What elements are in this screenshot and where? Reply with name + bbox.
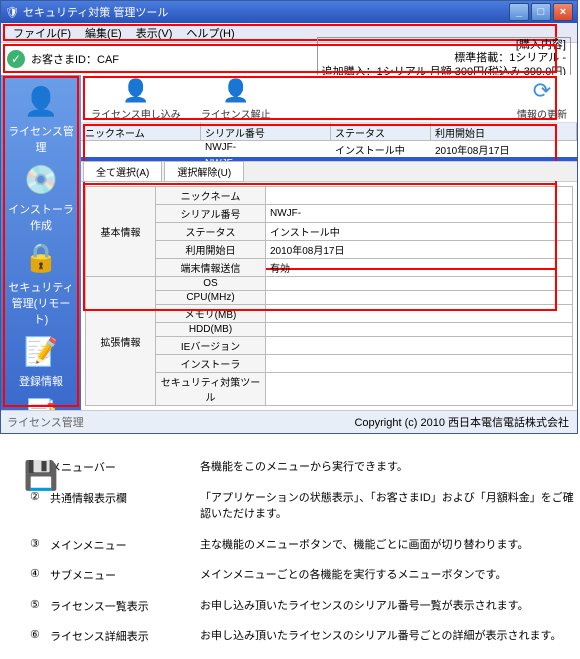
legend-num: ③ (30, 537, 50, 554)
detail-value (266, 323, 573, 337)
legend-row: ④サブメニューメインメニューごとの各機能を実行するメニューボタンです。 (30, 567, 580, 584)
close-button[interactable]: × (553, 3, 573, 21)
legend-num: ⑤ (30, 598, 50, 615)
legend-num: ⑥ (30, 628, 50, 645)
annotation-box-2 (3, 44, 557, 73)
legend-row: ③メインメニュー主な機能のメニューボタンで、機能ごとに画面が切り替わります。 (30, 537, 580, 554)
legend-desc: お申し込み頂いたライセンスのシリアル番号ごとの詳細が表示されます。 (200, 628, 580, 645)
detail-value (266, 373, 573, 406)
legend-row: ②共通情報表示欄「アプリケーションの状態表示」、「お客さまID」および「月額料金… (30, 490, 580, 523)
legend-num: ④ (30, 567, 50, 584)
legend-name: メインメニュー (50, 537, 200, 554)
minimize-button[interactable]: _ (509, 3, 529, 21)
detail-label: セキュリティ対策ツール (156, 373, 266, 406)
legend-desc: お申し込み頂いたライセンスのシリアル番号一覧が表示されます。 (200, 598, 580, 615)
annotation-box-3 (3, 76, 79, 407)
annotation-box-6 (83, 183, 557, 311)
detail-label: インストーラ (156, 355, 266, 373)
legend-desc: 主な機能のメニューボタンで、機能ごとに画面が切り替わります。 (200, 537, 580, 554)
detail-area: 基本情報ニックネームシリアル番号NWJF-ステータスインストール中利用開始日20… (81, 182, 577, 410)
main-area: ③ 👤ライセンス管理💿インストーラ作成🔒セキュリティ管理(リモート)📝登録情報📑… (1, 75, 577, 410)
toolbar: 👤 ライセンス申し込み 👤 ライセンス解止 ⟳ 情報の更新 ④ (81, 75, 577, 123)
select-all-tab[interactable]: 全て選択(A) (83, 161, 162, 182)
sidebar-label: 設定値の保存と復元 (5, 497, 77, 529)
titlebar: 🛡 セキュリティ対策 管理ツール _ □ × (1, 1, 577, 23)
legend-desc: 各機能をこのメニューから実行できます。 (200, 459, 580, 476)
sidebar-item-5[interactable]: 💾設定値の保存と復元 (5, 453, 77, 531)
sidebar: ③ 👤ライセンス管理💿インストーラ作成🔒セキュリティ管理(リモート)📝登録情報📑… (1, 75, 81, 410)
content: 👤 ライセンス申し込み 👤 ライセンス解止 ⟳ 情報の更新 ④ ニックネーム シ… (81, 75, 577, 410)
sidebar-icon: 💾 (21, 455, 61, 495)
sidebar-label: 履歴管理 (5, 435, 77, 451)
legend-desc: メインメニューごとの各機能を実行するメニューボタンです。 (200, 567, 580, 584)
copyright: Copyright (c) 2010 西日本電信電話株式会社 (354, 417, 569, 429)
detail-label: HDD(MB) (156, 323, 266, 337)
annotation-box-4 (83, 76, 557, 120)
list-tab-bar: 全て選択(A) 選択解除(U) (81, 161, 577, 181)
footer-status: ライセンス管理 (7, 414, 84, 430)
app-window: 🛡 セキュリティ対策 管理ツール _ □ × ファイル(F) 編集(E) 表示(… (0, 0, 578, 434)
maximize-button[interactable]: □ (531, 3, 551, 21)
license-list: ニックネーム シリアル番号 ステータス 利用開始日 NWJF-インストール中20… (81, 123, 577, 182)
info-bar: ✓ お客さまID：CAF [購入内容] 標準搭載：1シリアル - 追加購入：1シ… (1, 43, 577, 75)
deselect-tab[interactable]: 選択解除(U) (164, 161, 244, 182)
legend-row: ①メニューバー各機能をこのメニューから実行できます。 (30, 459, 580, 476)
app-title: セキュリティ対策 管理ツール (23, 4, 168, 20)
legend-name: ライセンス一覧表示 (50, 598, 200, 615)
detail-value (266, 355, 573, 373)
detail-label: IEバージョン (156, 337, 266, 355)
legend-name: ライセンス詳細表示 (50, 628, 200, 645)
app-icon: 🛡 (5, 6, 19, 19)
legend: ①メニューバー各機能をこのメニューから実行できます。 ②共通情報表示欄「アプリケー… (0, 459, 580, 645)
footer: ライセンス管理 Copyright (c) 2010 西日本電信電話株式会社 (1, 410, 577, 433)
legend-row: ⑥ライセンス詳細表示お申し込み頂いたライセンスのシリアル番号ごとの詳細が表示され… (30, 628, 580, 645)
detail-value (266, 337, 573, 355)
legend-name: サブメニュー (50, 567, 200, 584)
legend-row: ⑤ライセンス一覧表示お申し込み頂いたライセンスのシリアル番号一覧が表示されます。 (30, 598, 580, 615)
legend-desc: 「アプリケーションの状態表示」、「お客さまID」および「月額料金」をご確認いただ… (200, 490, 580, 523)
